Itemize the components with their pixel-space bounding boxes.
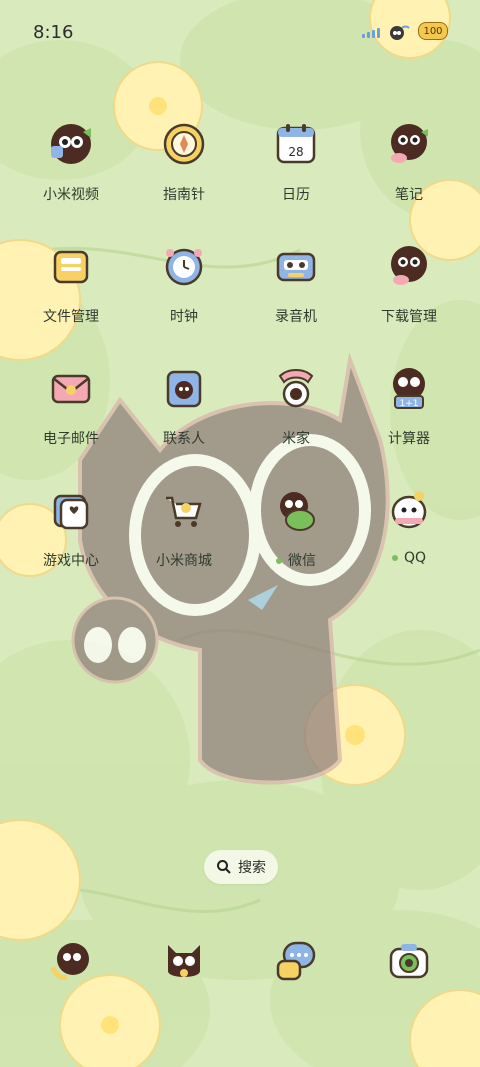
- app-contacts[interactable]: 联系人: [129, 362, 239, 462]
- signal-icon: [362, 24, 380, 38]
- app-label: 米家: [282, 431, 310, 447]
- app-label: 计算器: [388, 431, 430, 447]
- svg-text:1+1: 1+1: [400, 399, 419, 409]
- compass-icon: [158, 118, 210, 170]
- cat-notes-icon: [383, 118, 435, 170]
- recorder-icon: [270, 240, 322, 292]
- status-time: 8:16: [33, 22, 74, 43]
- dock: [0, 935, 480, 1005]
- messages-icon: [270, 935, 322, 987]
- app-label: 微信: [276, 550, 316, 570]
- calendar-day: 28: [288, 145, 303, 159]
- app-label-text: 微信: [288, 553, 316, 569]
- app-label: QQ: [391, 550, 427, 566]
- app-calculator[interactable]: 1+1 计算器: [354, 362, 464, 462]
- app-calendar[interactable]: 28 日历: [241, 118, 351, 218]
- wechat-icon: [270, 484, 322, 536]
- file-manager-icon: [45, 240, 97, 292]
- app-label: 文件管理: [43, 309, 99, 325]
- app-label: 日历: [282, 187, 310, 203]
- dock-camera[interactable]: [354, 935, 464, 1005]
- email-icon: [45, 362, 97, 414]
- app-label: 电子邮件: [43, 431, 99, 447]
- cat-phone-icon: [45, 935, 97, 987]
- clock-icon: [158, 240, 210, 292]
- new-app-dot: [391, 555, 398, 561]
- app-notes[interactable]: 笔记: [354, 118, 464, 218]
- cat-wifi-icon: [390, 25, 410, 40]
- app-mi-video[interactable]: 小米视频: [16, 118, 126, 218]
- calculator-icon: 1+1: [383, 362, 435, 414]
- contacts-icon: [158, 362, 210, 414]
- home-screen: 8:16 100 小米视频 指南针 28 日历 笔记 文件管理 时钟 录音机 下…: [0, 0, 480, 1067]
- app-label: 联系人: [163, 431, 205, 447]
- camera-icon: [383, 935, 435, 987]
- app-qq[interactable]: QQ: [354, 484, 464, 584]
- app-wechat[interactable]: 微信: [241, 484, 351, 584]
- app-email[interactable]: 电子邮件: [16, 362, 126, 462]
- app-label: 小米视频: [43, 187, 99, 203]
- search-label: 搜索: [238, 860, 266, 876]
- app-label: 指南针: [163, 187, 205, 203]
- app-mi-store[interactable]: 小米商城: [129, 484, 239, 584]
- battery-icon: 100: [418, 22, 448, 40]
- mijia-icon: [270, 362, 322, 414]
- mi-store-icon: [158, 484, 210, 536]
- cat-contacts-icon: [158, 935, 210, 987]
- search-button[interactable]: 搜索: [204, 850, 278, 884]
- app-mijia[interactable]: 米家: [241, 362, 351, 462]
- app-label: 下载管理: [381, 309, 437, 325]
- status-bar: 8:16 100: [0, 0, 480, 60]
- calendar-icon: 28: [270, 118, 322, 170]
- status-icons: 100: [362, 22, 448, 40]
- dock-contacts[interactable]: [129, 935, 239, 1005]
- new-app-dot: [276, 558, 282, 564]
- qq-icon: [383, 484, 435, 536]
- app-file-manager[interactable]: 文件管理: [16, 240, 126, 340]
- search-icon: [217, 860, 231, 874]
- app-label: 录音机: [275, 309, 317, 325]
- app-label-text: QQ: [403, 550, 427, 566]
- app-game-center[interactable]: 游戏中心: [16, 484, 126, 584]
- cat-download-icon: [383, 240, 435, 292]
- app-compass[interactable]: 指南针: [129, 118, 239, 218]
- dock-phone[interactable]: [16, 935, 126, 1005]
- app-label: 时钟: [170, 309, 198, 325]
- app-recorder[interactable]: 录音机: [241, 240, 351, 340]
- cat-video-icon: [45, 118, 97, 170]
- dock-messages[interactable]: [241, 935, 351, 1005]
- app-download-manager[interactable]: 下载管理: [354, 240, 464, 340]
- game-center-icon: [45, 484, 97, 536]
- app-label: 笔记: [395, 187, 423, 203]
- app-clock[interactable]: 时钟: [129, 240, 239, 340]
- app-label: 游戏中心: [43, 553, 99, 569]
- app-label: 小米商城: [156, 553, 212, 569]
